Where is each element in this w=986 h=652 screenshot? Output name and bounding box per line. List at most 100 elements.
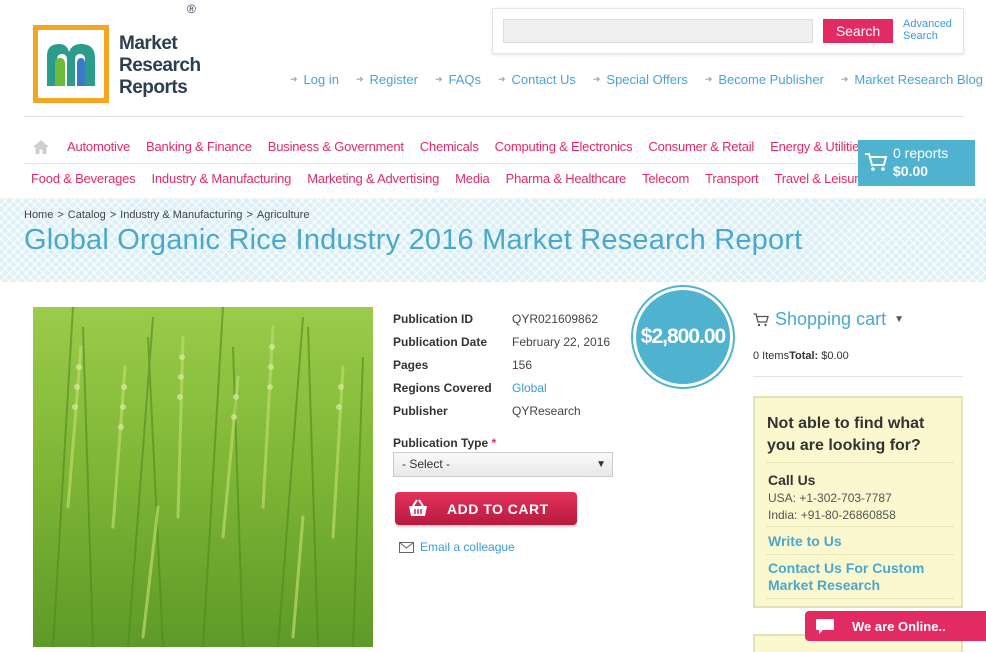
arrow-icon: ➜ — [498, 74, 506, 84]
price-badge: $2,800.00 — [633, 287, 733, 387]
arrow-icon: ➜ — [290, 74, 298, 84]
detail-value: 156 — [512, 357, 533, 372]
category-consumer-retail[interactable]: Consumer & Retail — [648, 139, 754, 154]
search-button[interactable]: Search — [823, 19, 893, 43]
divider — [767, 554, 953, 555]
become-publisher-link[interactable]: ➜ Become Publisher — [705, 72, 824, 87]
category-telecom[interactable]: Telecom — [642, 171, 689, 186]
category-food-beverages[interactable]: Food & Beverages — [31, 171, 136, 186]
blog-link[interactable]: ➜ Market Research Blog — [841, 72, 983, 87]
category-pharma-healthcare[interactable]: Pharma & Healthcare — [506, 171, 627, 186]
divider — [767, 598, 953, 599]
category-banking-finance[interactable]: Banking & Finance — [146, 139, 252, 154]
logo-m-icon — [47, 44, 95, 86]
category-energy-utilities[interactable]: Energy & Utilities — [770, 139, 866, 154]
divider — [753, 376, 963, 377]
phone-usa: USA: +1-302-703-7787 — [768, 491, 892, 505]
category-travel-leisure[interactable]: Travel & Leisure — [774, 171, 865, 186]
breadcrumb-agriculture[interactable]: Agriculture — [257, 209, 310, 221]
custom-research-link[interactable]: Contact Us For Custom Market Research — [768, 560, 954, 594]
publication-details: Publication ID QYR021609862 Publication D… — [393, 307, 610, 422]
shopping-cart-header[interactable]: Shopping cart ▼ — [753, 309, 904, 330]
detail-label: Publisher — [393, 403, 448, 418]
divider — [767, 526, 953, 527]
category-automotive[interactable]: Automotive — [67, 139, 130, 154]
add-to-cart-button[interactable]: ADD TO CART — [395, 492, 577, 525]
publication-type-label: Publication Type * — [393, 436, 497, 450]
arrow-icon: ➜ — [704, 74, 713, 84]
top-links: ➜ Log in ➜ Register ➜ FAQs ➜ Contact Us ➜ Spe… — [290, 72, 983, 87]
publication-type-select[interactable]: - Select - ▼ — [393, 452, 613, 477]
category-media[interactable]: Media — [455, 171, 490, 186]
detail-label: Publication ID — [393, 311, 474, 326]
category-industry-manufacturing[interactable]: Industry & Manufacturing — [151, 171, 291, 186]
arrow-icon: ➜ — [355, 74, 364, 84]
register-link[interactable]: ➜ Register — [356, 72, 418, 87]
email-colleague-link[interactable]: Email a colleague — [399, 540, 515, 554]
breadcrumb-catalog[interactable]: Catalog — [68, 209, 106, 221]
header-cart-button[interactable]: 0 reports $0.00 — [858, 140, 975, 186]
divider — [767, 462, 953, 463]
help-box: Not able to find what you are looking fo… — [753, 396, 963, 608]
chevron-down-icon: ▼ — [596, 459, 606, 470]
cart-total: $0.00 — [893, 163, 929, 179]
page-title: Global Organic Rice Industry 2016 Market… — [24, 224, 803, 256]
detail-label: Publication Date — [393, 334, 488, 349]
breadcrumb-sep: > — [246, 209, 253, 221]
chat-icon — [816, 619, 834, 634]
detail-label: Pages — [393, 357, 429, 372]
chevron-down-icon: ▼ — [894, 314, 904, 325]
faqs-link[interactable]: ➜ FAQs — [435, 72, 481, 87]
header-divider — [24, 116, 964, 117]
category-transport[interactable]: Transport — [705, 171, 759, 186]
basket-icon — [409, 499, 427, 516]
detail-label: Regions Covered — [393, 380, 492, 395]
help-question: Not able to find what you are looking fo… — [767, 415, 925, 454]
logo-text: Market Research Reports — [119, 33, 201, 98]
category-business-government[interactable]: Business & Government — [268, 139, 404, 154]
category-computing-electronics[interactable]: Computing & Electronics — [495, 139, 633, 154]
detail-value: QYR021609862 — [512, 311, 599, 326]
breadcrumb: Home > Catalog > Industry & Manufacturing > Ag… — [24, 209, 313, 221]
logo-mark — [33, 25, 109, 103]
envelope-icon — [399, 541, 414, 553]
detail-row: Publication ID QYR021609862 — [393, 307, 610, 330]
category-nav-row-1: Automotive Banking & Finance Business & … — [67, 139, 866, 154]
detail-row: Publication Date February 22, 2016 — [393, 330, 610, 353]
required-marker: * — [491, 436, 497, 450]
breadcrumb-sep: > — [57, 209, 64, 221]
detail-value: QYResearch — [512, 403, 581, 418]
login-link[interactable]: ➜ Log in — [290, 72, 339, 87]
category-marketing-advertising[interactable]: Marketing & Advertising — [307, 171, 439, 186]
registered-mark: ® — [187, 2, 196, 16]
category-chemicals[interactable]: Chemicals — [420, 139, 479, 154]
detail-value: February 22, 2016 — [512, 334, 611, 349]
search-box: Search Advanced Search — [492, 8, 964, 54]
phone-india: India: +91-80-26860858 — [768, 508, 896, 522]
arrow-icon: ➜ — [592, 74, 601, 84]
arrow-icon: ➜ — [434, 74, 443, 84]
live-chat-button[interactable]: We are Online.. — [805, 611, 986, 641]
write-to-us-link[interactable]: Write to Us — [768, 533, 842, 550]
region-link[interactable]: Global — [512, 381, 547, 395]
special-offers-link[interactable]: ➜ Special Offers — [593, 72, 688, 87]
detail-row: Publisher QYResearch — [393, 399, 610, 422]
breadcrumb-industry[interactable]: Industry & Manufacturing — [120, 209, 242, 221]
category-nav-row-2: Food & Beverages Industry & Manufacturin… — [31, 171, 866, 186]
cart-icon — [753, 312, 769, 326]
arrow-icon: ➜ — [840, 74, 849, 84]
breadcrumb-sep: > — [109, 209, 117, 221]
nav-divider — [24, 163, 864, 164]
site-logo[interactable]: Market Research Reports — [33, 25, 201, 103]
home-icon[interactable] — [32, 139, 50, 155]
advanced-search-link[interactable]: Advanced Search — [903, 18, 952, 42]
product-image — [33, 307, 373, 647]
search-input[interactable] — [503, 19, 813, 43]
contact-us-link[interactable]: ➜ Contact Us — [498, 72, 576, 87]
detail-row: Pages 156 — [393, 353, 610, 376]
breadcrumb-home[interactable]: Home — [24, 209, 53, 221]
detail-row: Regions Covered Global — [393, 376, 610, 399]
shopping-cart-summary: 0 ItemsTotal: $0.00 — [753, 350, 849, 362]
call-us-heading: Call Us — [768, 472, 816, 488]
cart-count: 0 reports — [893, 145, 949, 161]
